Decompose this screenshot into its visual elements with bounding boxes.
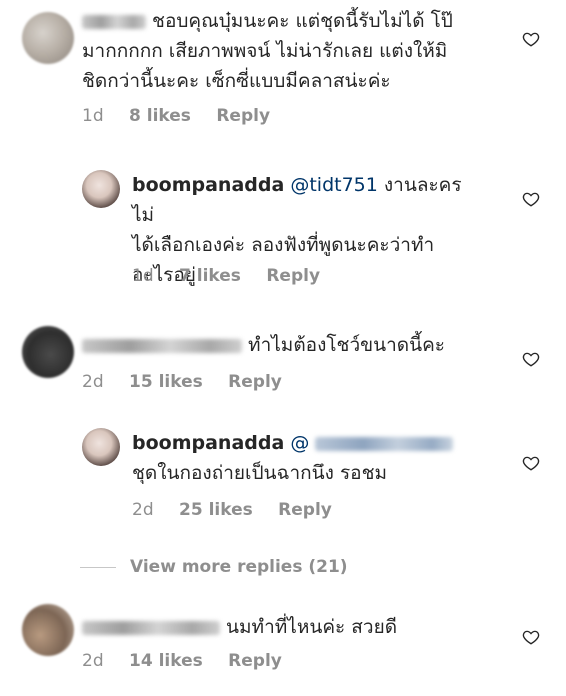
comment-meta: 2d 14 likes Reply xyxy=(82,651,302,671)
mention-link[interactable]: @tidt751 xyxy=(290,174,378,196)
heart-outline-icon[interactable] xyxy=(522,454,540,472)
comment-time: 2d xyxy=(82,372,104,392)
view-more-replies-label[interactable]: View more replies (21) xyxy=(130,557,348,577)
comment-text: นมทำที่ไหนค่ะ สวยดี xyxy=(82,612,502,642)
comment-text: ทำไมต้องโชว์ขนาดนี้คะ xyxy=(82,330,502,360)
comment-likes[interactable]: 8 likes xyxy=(129,106,191,126)
comment-text-line3: ชิดกว่านี้นะคะ เซ็กซี่แบบมีคลาสน่ะค่ะ xyxy=(82,70,391,92)
comment-meta: 2d 25 likes Reply xyxy=(132,500,352,520)
comment-meta: 2d 15 likes Reply xyxy=(82,372,302,392)
comment-text-line2: ได้เลือกเองค่ะ ลองฟังที่พูดนะคะว่าทำ xyxy=(132,234,435,256)
blurred-mention[interactable] xyxy=(315,436,454,451)
reply-button[interactable]: Reply xyxy=(228,372,282,392)
comment-text-line1: นมทำที่ไหนค่ะ สวยดี xyxy=(226,616,398,638)
avatar[interactable] xyxy=(22,604,74,656)
comment-meta: 1d 7 likes Reply xyxy=(132,266,340,286)
comment-text: ชอบคุณบุ๋มนะคะ แต่ชุดนี้รับไม่ได้ โป๊ มา… xyxy=(82,6,502,96)
reply-button[interactable]: Reply xyxy=(278,500,332,520)
avatar[interactable] xyxy=(22,326,74,378)
reply-button[interactable]: Reply xyxy=(216,106,270,126)
comment-text-line2: มากกกกก เสียภาพพจน์ ไม่น่ารักเลย แต่งให้… xyxy=(82,40,448,62)
heart-outline-icon[interactable] xyxy=(522,628,540,646)
comment-text-line1: ทำไมต้องโชว์ขนาดนี้คะ xyxy=(248,334,446,356)
comment-likes[interactable]: 25 likes xyxy=(179,500,253,520)
comment-time: 1d xyxy=(132,266,154,286)
view-more-replies[interactable]: View more replies (21) xyxy=(80,555,348,579)
avatar[interactable] xyxy=(82,428,120,466)
comment-username[interactable]: boompanadda xyxy=(132,432,284,454)
comment-likes[interactable]: 15 likes xyxy=(129,372,203,392)
comment-time: 2d xyxy=(132,500,154,520)
comment-time: 2d xyxy=(82,651,104,671)
comment-time: 1d xyxy=(82,106,104,126)
heart-outline-icon[interactable] xyxy=(522,30,540,48)
divider xyxy=(80,566,116,568)
mention-link[interactable]: @ xyxy=(290,432,309,454)
blurred-username[interactable] xyxy=(82,620,220,635)
blurred-username[interactable] xyxy=(82,14,146,29)
reply-button[interactable]: Reply xyxy=(266,266,320,286)
comment-text-line1: ชอบคุณบุ๋มนะคะ แต่ชุดนี้รับไม่ได้ โป๊ xyxy=(152,10,453,32)
comment-likes[interactable]: 7 likes xyxy=(179,266,241,286)
reply-button[interactable]: Reply xyxy=(228,651,282,671)
heart-outline-icon[interactable] xyxy=(522,190,540,208)
blurred-username[interactable] xyxy=(82,338,242,353)
comment-username[interactable]: boompanadda xyxy=(132,174,284,196)
heart-outline-icon[interactable] xyxy=(522,350,540,368)
avatar[interactable] xyxy=(82,170,120,208)
comment-text: boompanadda @ ชุดในกองถ่ายเป็นฉากนึง รอช… xyxy=(132,428,472,488)
comment-meta: 1d 8 likes Reply xyxy=(82,106,290,126)
comment-likes[interactable]: 14 likes xyxy=(129,651,203,671)
comment-text-line2: ชุดในกองถ่ายเป็นฉากนึง รอชม xyxy=(132,462,387,484)
avatar[interactable] xyxy=(22,12,74,64)
